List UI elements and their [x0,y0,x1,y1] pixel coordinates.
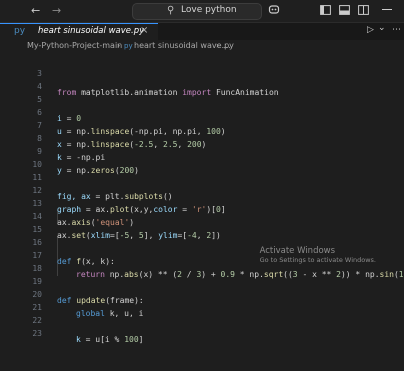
code-line: 23 [32,329,42,338]
minimize-icon[interactable] [382,9,392,10]
chevron-down-icon[interactable]: ⌄ [378,23,386,33]
code-line: 17 return np.abs(x) ** (2 / 3) + 0.9 * n… [32,251,404,279]
code-line: 22 k = u[i % 100] [32,316,144,344]
code-line: 11 fig, ax = plt.subplots() [32,173,173,201]
code-line: 14 ax.set(xlim=[-5, 5], ylim=[-4, 2]) [32,212,221,240]
watermark-subtitle: Go to Settings to activate Windows. [259,256,376,264]
arrow-left-icon[interactable]: ← [31,4,40,18]
tab-label: heart sinusoidal wave.py [38,26,145,36]
search-text: Love python [181,5,237,15]
toggle-panel-icon[interactable] [339,5,350,19]
code-editor[interactable]: 3 from matplotlib.animation import FuncA… [0,54,404,344]
activate-windows-watermark: Activate Windows Go to Settings to activ… [260,246,376,264]
code-line: 8 k = -np.pi [37,134,106,162]
python-file-icon: py [14,26,26,36]
code-line: 4 [37,82,42,91]
code-line: 10 [32,160,42,169]
search-icon: ⚲ [167,5,175,16]
code-line: 3 from matplotlib.animation import FuncA… [37,69,279,97]
code-line: 6 u = np.linspace(-np.pi, np.pi, 100) [37,108,226,136]
code-line: 12 graph = ax.plot(x,y,color = 'r')[0] [32,186,226,214]
copilot-icon[interactable] [268,4,280,19]
close-icon[interactable]: × [140,25,148,36]
code-line: 7 x = np.linspace(-2.5, 2.5, 200) [37,121,207,149]
code-line: 21 [32,303,42,312]
tab-bar: py heart sinusoidal wave.py × ▷ ⌄ ⋯ [0,23,404,40]
code-line: 16 def f(x, k): [32,238,115,266]
watermark-title: Activate Windows [259,246,336,256]
code-line: 20 global k, u, i [32,290,144,318]
layout-icon[interactable] [358,5,369,19]
tab-heart-sinusoidal-wave[interactable]: py heart sinusoidal wave.py × [0,23,158,40]
command-center-search[interactable]: ⚲ Love python [132,3,262,20]
code-line: 9 y = np.zeros(200) [37,147,139,175]
run-icon[interactable]: ▷ [367,25,374,35]
title-bar: ← → ⚲ Love python [0,0,404,23]
toggle-sidebar-icon[interactable] [320,5,331,19]
code-line: 13 ax.axis('equal') [32,199,135,227]
code-line: 15 [32,225,42,234]
more-actions-icon[interactable]: ⋯ [392,25,401,35]
arrow-right-icon[interactable]: → [52,4,61,18]
code-line: 5 i = 0 [37,95,82,123]
